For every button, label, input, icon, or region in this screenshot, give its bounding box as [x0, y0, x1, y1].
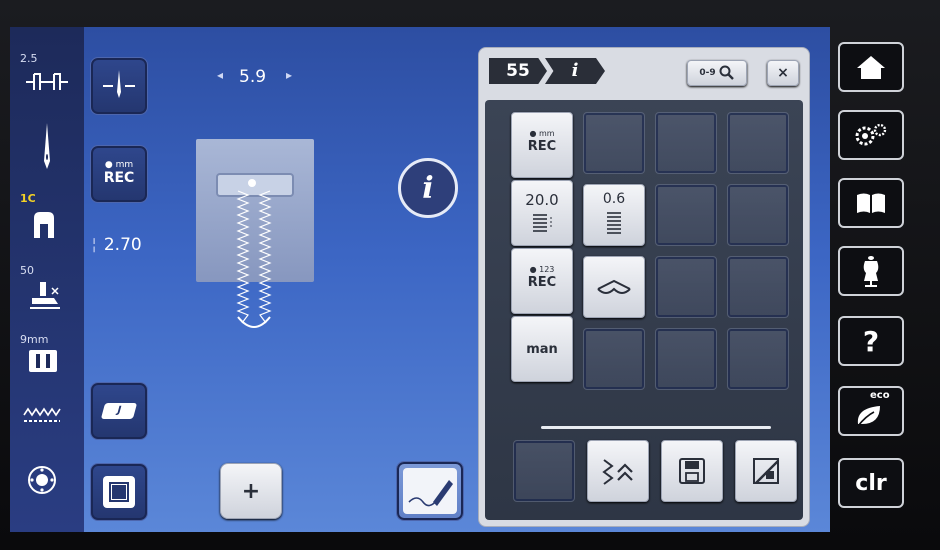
- home-button[interactable]: [838, 42, 904, 92]
- reverse-stitch-button[interactable]: [587, 440, 649, 502]
- foot-label: J: [100, 403, 138, 419]
- length-readout: ╎ 2.70: [90, 235, 142, 255]
- close-button[interactable]: ×: [767, 60, 799, 86]
- gear-icon: [855, 123, 887, 146]
- info-button[interactable]: i: [398, 158, 458, 218]
- clear-button[interactable]: clr: [838, 458, 904, 508]
- stitch-width-value: 2.5: [20, 52, 38, 65]
- balance-option[interactable]: [583, 256, 645, 318]
- stitch-preview: [196, 139, 314, 328]
- settings-panel: 55 i 0-9 × ● mm REC 20.0 ● 123 REC man 0…: [478, 47, 810, 527]
- search-icon: [719, 65, 734, 80]
- option-r4c1[interactable]: [583, 328, 645, 390]
- rec-label: REC: [103, 170, 135, 186]
- feed-dog-icon[interactable]: [22, 407, 62, 429]
- increase-arrow-icon[interactable]: ▸: [286, 68, 292, 82]
- rec-unit-label: ● mm: [104, 160, 134, 170]
- option-r1c1[interactable]: [583, 112, 645, 174]
- info-icon: i: [422, 170, 434, 206]
- manual-option[interactable]: man: [511, 316, 573, 382]
- left-sidebar: 2.5 1C 50 9mm: [10, 27, 84, 532]
- search-button[interactable]: 0-9: [687, 60, 747, 86]
- option-r1c2[interactable]: [655, 112, 717, 174]
- plus-icon: +: [241, 478, 261, 504]
- divider: [541, 426, 771, 429]
- buttonhole-option[interactable]: [513, 440, 575, 502]
- option-r4c2[interactable]: [655, 328, 717, 390]
- balance-icon: [597, 279, 631, 294]
- needle-plate-value: 9mm: [20, 333, 49, 346]
- eco-label: eco: [870, 390, 890, 401]
- eco-button[interactable]: eco: [838, 386, 904, 436]
- needle-icon[interactable]: [40, 123, 54, 175]
- stitch-width-icon[interactable]: [24, 69, 70, 99]
- pen-icon: [403, 468, 457, 514]
- buttonhole-stitch-icon: [236, 190, 272, 328]
- option-r1c3[interactable]: [727, 112, 789, 174]
- clear-label: clr: [855, 470, 887, 496]
- delete-pattern-icon: [753, 458, 779, 484]
- add-button[interactable]: +: [220, 463, 282, 519]
- option-r3c3[interactable]: [727, 256, 789, 318]
- stitch-length-value: 5.9: [239, 67, 267, 87]
- option-r2c3[interactable]: [727, 184, 789, 246]
- delete-pattern-button[interactable]: [735, 440, 797, 502]
- foot-select-button[interactable]: J: [90, 382, 148, 440]
- rec-count-option[interactable]: ● 123 REC: [511, 248, 573, 314]
- presser-foot-icon[interactable]: [32, 210, 56, 244]
- info-tab[interactable]: i: [545, 58, 605, 84]
- help-button[interactable]: ?: [838, 316, 904, 366]
- book-icon: [857, 193, 885, 213]
- option-r2c2[interactable]: [655, 184, 717, 246]
- dress-form-icon: [863, 256, 879, 287]
- setup-button[interactable]: [838, 110, 904, 160]
- close-icon: ×: [777, 65, 789, 81]
- save-icon: [679, 458, 705, 484]
- bobbin-icon[interactable]: [27, 465, 57, 499]
- reverse-stitch-icon: [602, 459, 633, 485]
- help-icon: ?: [862, 324, 880, 358]
- decrease-arrow-icon[interactable]: ◂: [217, 68, 223, 82]
- presser-foot-value: 1C: [20, 192, 36, 205]
- tutorial-button[interactable]: [838, 178, 904, 228]
- edit-button[interactable]: [396, 461, 464, 521]
- rec-mm-button[interactable]: ● mm REC: [90, 145, 148, 203]
- pattern-begin-button[interactable]: [90, 463, 148, 521]
- home-icon: [857, 56, 885, 79]
- density-icon: [533, 214, 552, 232]
- density-option[interactable]: 0.6: [583, 184, 645, 246]
- pattern-number-tab[interactable]: 55: [489, 58, 547, 84]
- stitch-count-option[interactable]: 20.0: [511, 180, 573, 246]
- option-r3c2[interactable]: [655, 256, 717, 318]
- needle-position-button[interactable]: [90, 57, 148, 115]
- option-grid: ● mm REC 20.0 ● 123 REC man 0.6: [485, 100, 803, 520]
- leaf-icon: [857, 406, 880, 427]
- consultant-button[interactable]: [838, 246, 904, 296]
- foot-pressure-icon[interactable]: [28, 280, 62, 314]
- touch-screen: 2.5 1C 50 9mm ● mm REC ╎ 2.70 J ◂ 5.9 ▸ …: [10, 27, 830, 532]
- frame-icon: [103, 476, 135, 508]
- foot-pressure-value: 50: [20, 264, 34, 277]
- save-button[interactable]: [661, 440, 723, 502]
- rec-mm-option[interactable]: ● mm REC: [511, 112, 573, 178]
- stitch-density-icon: [607, 212, 621, 234]
- option-r4c3[interactable]: [727, 328, 789, 390]
- needle-plate-icon[interactable]: [28, 349, 58, 377]
